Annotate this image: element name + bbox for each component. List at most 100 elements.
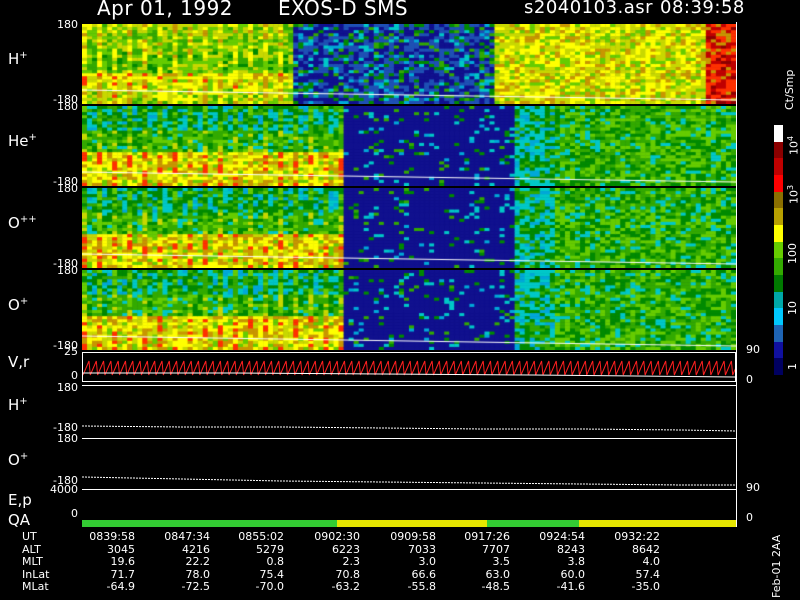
- vr-right-top-tick: 90: [746, 343, 760, 356]
- orbit-cell: 3045: [107, 542, 135, 556]
- orbit-cell: -41.6: [556, 580, 585, 593]
- orbit-cell: 22.2: [185, 555, 211, 568]
- orbit-cell: -48.5: [481, 580, 510, 593]
- colorbar-label-1e3: 103: [786, 184, 800, 204]
- qa-bottom-tick: 0: [71, 507, 78, 520]
- oplus-label-sup: +: [19, 296, 29, 307]
- oplus-spectrogram-canvas: [82, 270, 736, 350]
- orbit-cell: 3.5: [492, 555, 511, 568]
- colorbar-label-1e4: 104: [786, 135, 800, 155]
- orbit-cell: 0855:02: [238, 530, 284, 543]
- time-title: 08:39:58: [660, 0, 745, 18]
- heplus-spectrogram-canvas: [82, 106, 736, 186]
- oplus-bottom-tick: -180: [53, 339, 78, 352]
- colorbar-unit: Ct/Smp: [783, 69, 796, 110]
- colorbar-swatch: [774, 258, 783, 276]
- hplus-line-panel: [82, 385, 736, 439]
- colorbar-swatch: [774, 341, 783, 359]
- oplusplus-spectrogram: [82, 188, 736, 268]
- heplus-label-sup: +: [28, 132, 37, 143]
- colorbar-swatch: [774, 158, 783, 176]
- ep-line: [82, 489, 736, 490]
- orbit-cell: 4.0: [642, 555, 661, 568]
- colorbar-swatch: [774, 241, 783, 259]
- hplus-label-text: H: [8, 50, 20, 68]
- orbit-cell: 3.0: [418, 555, 437, 568]
- oplus-line-plot: [82, 476, 736, 486]
- colorbar-label-100: 100: [786, 243, 799, 264]
- orbit-cell: 63.0: [485, 567, 511, 581]
- ep-top-tick: 4000: [50, 483, 78, 496]
- orbit-row-label: UT: [22, 530, 37, 543]
- colorbar-swatch: [774, 141, 783, 159]
- oplus-label-text: O: [8, 296, 20, 314]
- qa-bar: [82, 520, 736, 527]
- orbit-cell: -72.5: [181, 580, 210, 593]
- hplus-line-top-tick: 180: [57, 381, 78, 394]
- colorbar-swatch: [774, 175, 783, 192]
- heplus-label: He+: [8, 132, 37, 150]
- velocity-panel: [82, 352, 736, 382]
- orbit-cell: 7707: [482, 542, 510, 556]
- qa-segment: [579, 520, 736, 527]
- heplus-spectrogram: [82, 106, 736, 186]
- orbit-cell: -55.8: [407, 580, 436, 593]
- colorbar-swatch: [774, 225, 783, 242]
- orbit-cell: 7033: [408, 542, 436, 556]
- hplus-line-label: H+: [8, 396, 28, 414]
- orbit-cell: 78.0: [185, 567, 211, 581]
- colorbar-swatch: [774, 308, 783, 326]
- orbit-cell: 0932:22: [614, 530, 660, 543]
- colorbar-label-1: 1: [786, 363, 799, 370]
- orbit-row-label: ALT: [22, 542, 41, 556]
- oplus-label: O+: [8, 296, 28, 314]
- oplusplus-label-text: O: [8, 214, 20, 232]
- date-title: Apr 01, 1992: [97, 0, 234, 20]
- orbit-cell: -63.2: [331, 580, 360, 593]
- orbit-cell: -70.0: [255, 580, 284, 593]
- hplus-label: H+: [8, 50, 28, 68]
- qa-right-tick: 0: [746, 511, 753, 524]
- plot-frame-right: [736, 22, 737, 527]
- heplus-label-text: He: [8, 132, 29, 150]
- orbit-cell: 70.8: [335, 567, 361, 581]
- ep-right-tick: 90: [746, 481, 760, 494]
- orbit-cell: 0909:58: [390, 530, 436, 543]
- hplus-line-plot: [82, 425, 736, 432]
- orbit-cell: 5279: [256, 542, 284, 556]
- orbit-cell: 0924:54: [539, 530, 585, 543]
- colorbar: [774, 125, 783, 376]
- oplus-line-label: O+: [8, 451, 29, 469]
- orbit-cell: 75.4: [259, 567, 285, 581]
- orbit-cell: 6223: [332, 542, 360, 556]
- orbit-cell: 3.8: [567, 555, 586, 568]
- hplus-spectrogram-canvas: [82, 24, 736, 104]
- vr-right-bottom-tick: 0: [746, 373, 753, 386]
- orbit-table: UT 0839:58 0847:34 0855:02 0902:30 0909:58 091…: [0, 530, 760, 600]
- colorbar-swatch: [774, 208, 783, 226]
- vr-label: V,r: [8, 353, 30, 371]
- oplus-line-panel: [82, 439, 736, 490]
- orbit-cell: -64.9: [106, 580, 135, 593]
- orbit-cell: 0917:26: [464, 530, 510, 543]
- orbit-cell: 60.0: [560, 567, 586, 581]
- oplusplus-top-tick: 180: [57, 182, 78, 195]
- colorbar-swatch: [774, 358, 783, 376]
- file-name: s2040103.asr: [524, 0, 654, 18]
- orbit-cell: 0847:34: [164, 530, 210, 543]
- colorbar-swatch: [774, 291, 783, 309]
- oplus-line-top-tick: 180: [57, 432, 78, 445]
- orbit-cell: 4216: [182, 542, 210, 556]
- orbit-row-label: MLT: [22, 555, 43, 568]
- orbit-cell: 8642: [632, 542, 660, 556]
- orbit-cell: 71.7: [110, 567, 136, 581]
- oplusplus-spectrogram-canvas: [82, 188, 736, 268]
- orbit-cell: 0.8: [266, 555, 285, 568]
- mission-title: EXOS-D SMS: [278, 0, 409, 20]
- heplus-top-tick: 180: [57, 100, 78, 113]
- oplusplus-label-sup: ++: [19, 214, 37, 225]
- orbit-cell: 57.4: [635, 567, 661, 581]
- orbit-cell: 0839:58: [89, 530, 135, 543]
- orbit-cell: 8243: [557, 542, 585, 556]
- qa-segment: [82, 520, 338, 527]
